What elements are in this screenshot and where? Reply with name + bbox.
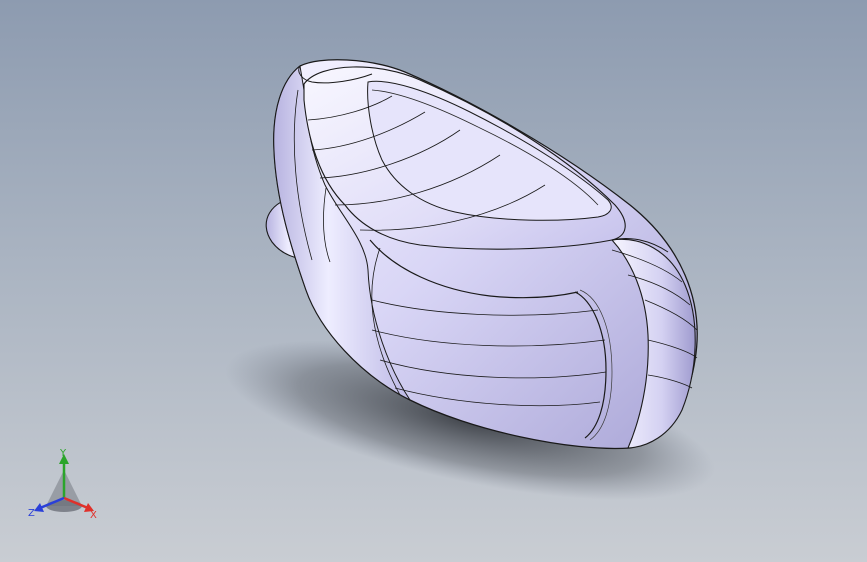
x-axis-label: X xyxy=(90,510,97,521)
y-axis-label: Y xyxy=(59,448,67,459)
triad-cone-base xyxy=(46,500,82,512)
3d-model[interactable] xyxy=(0,0,867,562)
graphics-viewport[interactable]: Y X Z xyxy=(0,0,867,562)
reference-triad[interactable]: Y X Z xyxy=(24,448,108,522)
z-axis-label: Z xyxy=(28,508,35,519)
